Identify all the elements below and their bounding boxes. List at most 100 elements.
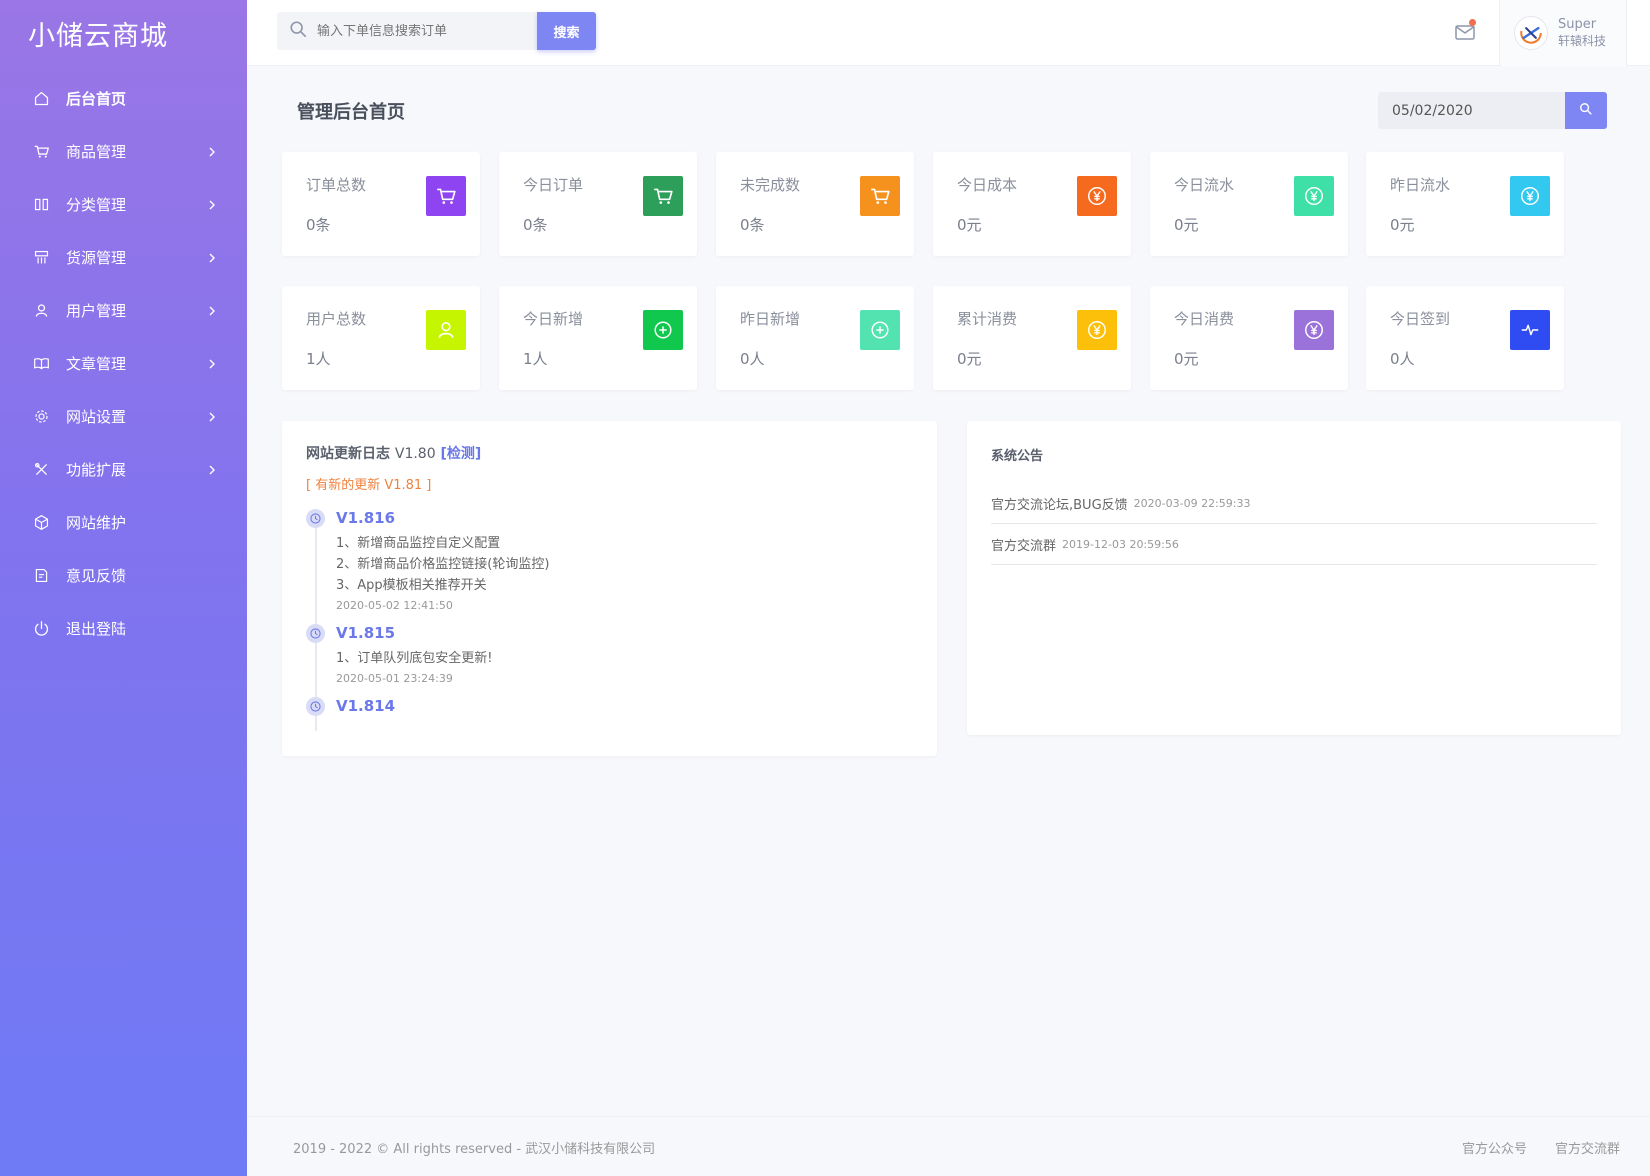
timeline-entry: V1.815 1、订单队列底包安全更新! 2020-05-01 23:24:39: [306, 622, 906, 689]
sidebar-item-label: 功能扩展: [66, 461, 127, 479]
sidebar-item-10[interactable]: 退出登陆: [0, 602, 247, 655]
sidebar-item-8[interactable]: 网站维护: [0, 496, 247, 549]
sidebar-item-3[interactable]: 货源管理: [0, 231, 247, 284]
sidebar-item-2[interactable]: 分类管理: [0, 178, 247, 231]
power-icon: [32, 620, 50, 638]
notice-item[interactable]: 官方交流论坛,BUG反馈 2020-03-09 22:59:33: [991, 483, 1597, 524]
search-input[interactable]: [317, 23, 517, 39]
cart-icon: [426, 176, 466, 216]
sidebar-item-label: 分类管理: [66, 196, 127, 214]
stat-value: 0元: [957, 350, 982, 368]
entry-change: 1、新增商品监控自定义配置: [336, 536, 501, 551]
copyright: 2019 - 2022 © All rights reserved - 武汉小储…: [293, 1142, 656, 1157]
home-icon: [32, 90, 50, 108]
search-button[interactable]: 搜索: [537, 12, 596, 50]
sidebar-item-1[interactable]: 商品管理: [0, 125, 247, 178]
stat-label: 昨日流水: [1390, 176, 1451, 194]
entry-version: V1.815: [336, 624, 396, 642]
chevron-right-icon: [207, 408, 217, 426]
notice-text[interactable]: 官方交流群: [991, 535, 1056, 554]
user-menu[interactable]: Super 轩辕科技: [1499, 0, 1627, 66]
mail-icon[interactable]: [1453, 19, 1477, 44]
yen-icon: [1294, 176, 1334, 216]
chevron-right-icon: [207, 143, 217, 161]
sidebar-item-6[interactable]: 网站设置: [0, 390, 247, 443]
sidebar-item-label: 货源管理: [66, 249, 127, 267]
new-update-notice[interactable]: [ 有新的更新 V1.81 ]: [306, 474, 431, 493]
notice-time: 2019-12-03 20:59:56: [1062, 537, 1179, 551]
stat-label: 累计消费: [957, 310, 1018, 328]
check-update-link[interactable]: [检测]: [441, 446, 482, 462]
stat-label: 今日签到: [1390, 310, 1451, 328]
chevron-right-icon: [207, 196, 217, 214]
footer-link-wechat[interactable]: 官方公众号: [1462, 1138, 1527, 1157]
entry-version: V1.814: [336, 697, 396, 715]
entry-change: 3、App模板相关推荐开关: [336, 578, 487, 593]
footer-link-group[interactable]: 官方交流群: [1555, 1138, 1620, 1157]
pulse-icon: [1510, 310, 1550, 350]
sidebar-item-label: 商品管理: [66, 143, 127, 161]
stat-value: 0元: [1174, 216, 1199, 234]
book-icon: [32, 355, 50, 373]
sidebar-item-9[interactable]: 意见反馈: [0, 549, 247, 602]
yen-icon: [1510, 176, 1550, 216]
stat-value: 0人: [1390, 350, 1415, 368]
stat-value: 1人: [306, 350, 331, 368]
cube-icon: [32, 514, 50, 532]
sidebar-item-4[interactable]: 用户管理: [0, 284, 247, 337]
notice-text[interactable]: 官方交流论坛,BUG反馈: [991, 494, 1128, 513]
chevron-right-icon: [207, 355, 217, 373]
main-content: 管理后台首页 05/02/2020 订单总数 0条 今日订单 0条 未完成数 0条 今日成本…: [247, 66, 1650, 1116]
sidebar-item-0[interactable]: 后台首页: [0, 72, 247, 125]
notice-time: 2020-03-09 22:59:33: [1133, 496, 1251, 510]
brand-logo[interactable]: 小储云商城: [0, 0, 247, 66]
stat-card: 未完成数 0条: [716, 152, 914, 256]
stat-value: 0条: [523, 216, 548, 234]
notice-list: 官方交流论坛,BUG反馈 2020-03-09 22:59:33 官方交流群 2019…: [991, 483, 1597, 565]
sidebar-nav: 后台首页商品管理分类管理货源管理用户管理文章管理网站设置功能扩展网站维护意见反馈…: [0, 72, 247, 655]
stat-value: 0条: [306, 216, 331, 234]
top-header: 搜索 Super 轩辕科技: [247, 0, 1650, 66]
sidebar-item-label: 网站维护: [66, 514, 127, 532]
stat-value: 0条: [740, 216, 765, 234]
timeline-entry: V1.816 1、新增商品监控自定义配置 2、新增商品价格监控链接(轮询监控) 3、A…: [306, 507, 906, 616]
cart-icon: [32, 143, 50, 161]
stat-label: 今日成本: [957, 176, 1018, 194]
sidebar-item-label: 后台首页: [66, 90, 127, 108]
stat-label: 用户总数: [306, 310, 367, 328]
user-icon: [32, 302, 50, 320]
date-input[interactable]: 05/02/2020: [1378, 92, 1565, 129]
notice-item[interactable]: 官方交流群 2019-12-03 20:59:56: [991, 524, 1597, 565]
columns-icon: [32, 196, 50, 214]
sidebar-item-5[interactable]: 文章管理: [0, 337, 247, 390]
stat-card: 昨日流水 0元: [1366, 152, 1564, 256]
chevron-right-icon: [207, 249, 217, 267]
sidebar-item-label: 网站设置: [66, 408, 127, 426]
stat-card: 订单总数 0条: [282, 152, 480, 256]
date-search-button[interactable]: [1565, 92, 1607, 129]
feedback-icon: [32, 567, 50, 585]
yen-icon: [1294, 310, 1334, 350]
chevron-right-icon: [207, 302, 217, 320]
grid-icon: [32, 249, 50, 267]
stat-card: 昨日新增 0人: [716, 286, 914, 390]
update-log-panel: 网站更新日志 V1.80 [检测] [ 有新的更新 V1.81 ] V1.816…: [282, 421, 937, 756]
entry-time: 2020-05-02 12:41:50: [336, 599, 453, 612]
sidebar-item-label: 文章管理: [66, 355, 127, 373]
yen-icon: [1077, 176, 1117, 216]
stat-label: 昨日新增: [740, 310, 801, 328]
sidebar-item-7[interactable]: 功能扩展: [0, 443, 247, 496]
stat-label: 今日新增: [523, 310, 584, 328]
clock-icon: [306, 624, 325, 643]
entry-version: V1.816: [336, 509, 396, 527]
stat-card: 今日消费 0元: [1150, 286, 1348, 390]
notification-dot: [1469, 19, 1476, 26]
system-notice-panel: 系统公告 官方交流论坛,BUG反馈 2020-03-09 22:59:33 官方交流…: [967, 421, 1621, 735]
stat-card: 用户总数 1人: [282, 286, 480, 390]
plus-circle-icon: [860, 310, 900, 350]
stat-card: 今日成本 0元: [933, 152, 1131, 256]
stat-value: 0元: [1174, 350, 1199, 368]
page-title: 管理后台首页: [297, 102, 405, 123]
user-name: Super: [1558, 17, 1597, 32]
log-version: V1.80: [394, 446, 436, 462]
